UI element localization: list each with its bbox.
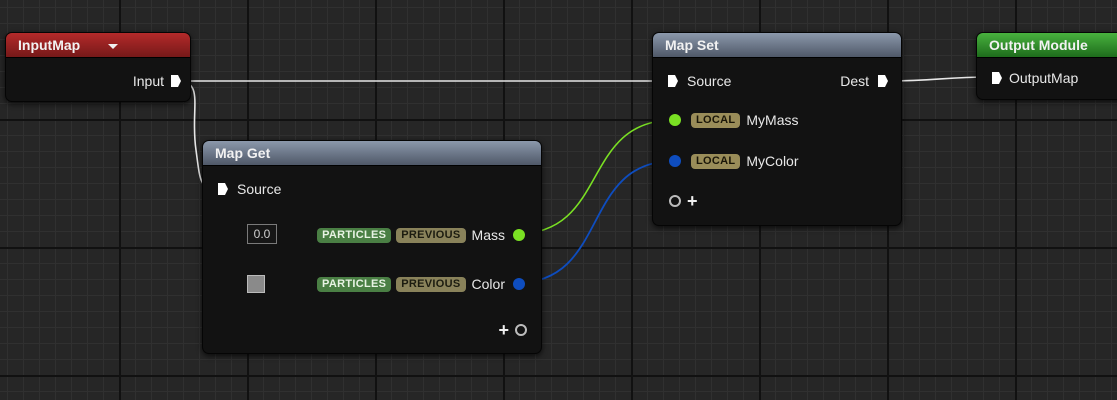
map-get-add-pin-icon[interactable]	[515, 324, 527, 336]
map-set-node[interactable]: Map Set Source Dest LOCAL MyMass LOCAL M…	[652, 32, 902, 226]
map-set-add-pin-icon[interactable]	[669, 195, 681, 207]
map-get-header[interactable]: Map Get	[203, 141, 541, 166]
map-set-title: Map Set	[665, 37, 719, 53]
map-set-dest-pin-icon[interactable]	[877, 74, 889, 88]
mymass-label: MyMass	[746, 112, 799, 128]
mass-previous-tag: PREVIOUS	[396, 227, 466, 243]
input-output-row: Input	[133, 70, 182, 92]
wire-dest-to-output[interactable]	[887, 76, 991, 82]
map-set-dest-label: Dest	[840, 73, 869, 89]
map-get-title: Map Get	[215, 145, 271, 161]
map-set-header[interactable]: Map Set	[653, 33, 901, 58]
map-get-source-label: Source	[237, 181, 282, 197]
map-set-source-row: Source	[667, 70, 731, 92]
output-map-row: OutputMap	[991, 67, 1078, 89]
map-get-source-row: Source	[217, 178, 281, 200]
map-set-dest-row: Dest	[840, 70, 889, 92]
input-map-node[interactable]: InputMap Input	[5, 32, 191, 102]
color-previous-tag: PREVIOUS	[396, 276, 466, 292]
output-module-node[interactable]: Output Module OutputMap	[976, 32, 1117, 100]
map-get-mass-row: PARTICLES PREVIOUS Mass	[317, 224, 525, 246]
color-output-pin-icon[interactable]	[513, 278, 525, 290]
output-module-title: Output Module	[989, 37, 1088, 53]
map-set-source-label: Source	[687, 73, 732, 89]
map-get-color-row: PARTICLES PREVIOUS Color	[317, 273, 525, 295]
color-particles-tag: PARTICLES	[317, 276, 392, 292]
mycolor-label: MyColor	[746, 153, 799, 169]
mycolor-local-tag: LOCAL	[691, 153, 741, 169]
input-map-title: InputMap	[18, 37, 81, 53]
input-map-header[interactable]: InputMap	[6, 33, 190, 58]
map-get-add-row: +	[498, 319, 527, 341]
input-pin-label: Input	[132, 73, 164, 89]
chevron-down-icon[interactable]	[108, 43, 119, 49]
map-set-source-pin-icon[interactable]	[667, 74, 679, 88]
mass-particles-tag: PARTICLES	[317, 227, 392, 243]
map-set-add-row: +	[669, 190, 698, 212]
mymass-input-pin-icon[interactable]	[669, 114, 681, 126]
map-set-mymass-row: LOCAL MyMass	[669, 109, 799, 131]
output-map-pin-icon[interactable]	[991, 71, 1003, 85]
plus-icon[interactable]: +	[687, 192, 698, 210]
output-module-header[interactable]: Output Module	[977, 33, 1117, 58]
mass-output-label: Mass	[471, 227, 505, 243]
map-set-mycolor-row: LOCAL MyColor	[669, 150, 799, 172]
mass-output-pin-icon[interactable]	[513, 229, 525, 241]
mycolor-input-pin-icon[interactable]	[669, 155, 681, 167]
color-default-swatch[interactable]	[247, 275, 265, 293]
mass-default-input[interactable]: 0.0	[247, 224, 277, 244]
map-get-node[interactable]: Map Get Source 0.0 PARTICLES PREVIOUS Ma…	[202, 140, 542, 354]
input-exec-pin-icon[interactable]	[170, 74, 182, 88]
output-map-label: OutputMap	[1009, 70, 1079, 86]
color-output-label: Color	[471, 276, 505, 292]
map-get-source-pin-icon[interactable]	[217, 182, 229, 196]
mymass-local-tag: LOCAL	[691, 112, 741, 128]
plus-icon[interactable]: +	[498, 321, 509, 339]
